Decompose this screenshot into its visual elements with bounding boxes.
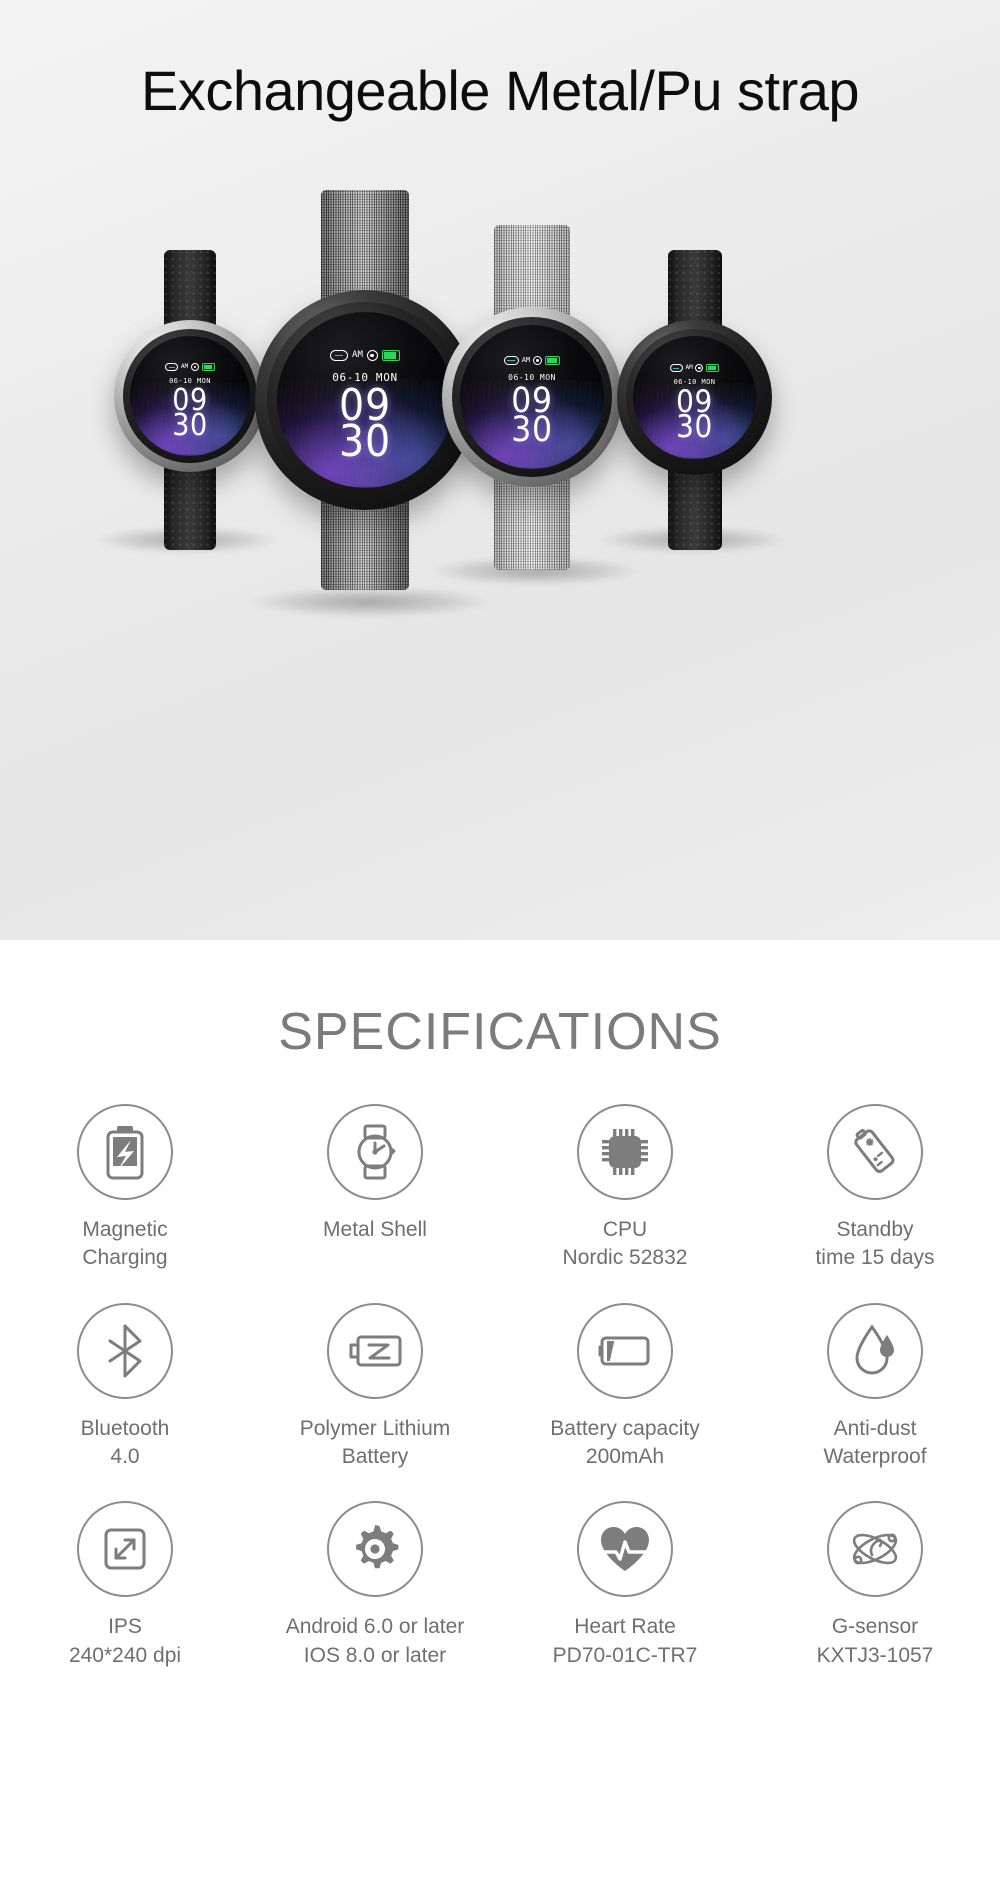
watch-lineup: AM 06-10 MON 09 30 AM 06-10 MON 09 30 AM… [0,190,1000,715]
link-icon [669,364,683,372]
battery-icon [381,350,400,361]
alarm-icon [695,364,704,372]
lithium-battery-icon [327,1302,423,1399]
spec-item-heart-rate[interactable]: Heart Rate PD70-01C-TR7 [500,1501,750,1670]
spec-item-standby-time[interactable]: Standby time 15 days [750,1104,1000,1273]
spec-label: G-sensor KXTJ3-1057 [816,1615,934,1667]
spec-item-waterproof[interactable]: Anti-dust Waterproof [750,1302,1000,1472]
spec-label: IPS 240*240 dpi [68,1615,182,1667]
spec-item-magnetic-charging[interactable]: Magnetic Charging [0,1104,250,1273]
battery-capacity-icon [577,1302,673,1399]
spec-label: Metal Shell [323,1218,427,1241]
spec-label: Anti-dust Waterproof [823,1416,927,1469]
watch-status-bar: AM [460,356,604,365]
spec-label: Battery capacity 200mAh [550,1416,700,1469]
watch-minutes: 30 [676,409,713,446]
battery-icon [706,364,720,372]
meridiem-label: AM [352,350,363,360]
spec-label: CPU Nordic 52832 [562,1218,688,1270]
spec-grid: Magnetic Charging Metal Shell CPU Nordic… [0,1104,1000,1670]
magnetic-charging-icon [77,1104,173,1200]
watch-status-bar: AM [130,363,250,371]
heart-rate-icon [577,1501,673,1598]
spec-item-g-sensor[interactable]: G-sensor KXTJ3-1057 [750,1501,1000,1670]
spec-item-cpu[interactable]: CPU Nordic 52832 [500,1104,750,1273]
watch-screen: AM 06-10 MON 09 30 [277,312,453,488]
spec-item-ips-display[interactable]: IPS 240*240 dpi [0,1501,250,1670]
spec-label: Android 6.0 or later IOS 8.0 or later [285,1615,465,1667]
bluetooth-icon [77,1302,173,1399]
watch-case: AM 06-10 MON 09 30 [114,320,266,472]
watch-minutes: 30 [338,416,392,468]
water-drop-icon [827,1302,923,1399]
alarm-icon [533,356,543,365]
meridiem-label: AM [181,363,189,370]
specifications-section: SPECIFICATIONS Magnetic Charging Metal S… [0,940,1000,1902]
spec-label: Magnetic Charging [82,1218,168,1270]
watch-case: AM 06-10 MON 09 30 [442,307,622,487]
battery-icon [545,356,561,365]
spec-label: Heart Rate PD70-01C-TR7 [552,1615,698,1667]
cpu-chip-icon [577,1104,673,1200]
watch-time: 09 30 [633,386,756,446]
spec-item-battery-capacity[interactable]: Battery capacity 200mAh [500,1302,750,1472]
metal-watch-icon [327,1104,423,1200]
alarm-icon [366,350,378,361]
watch-time: 09 30 [460,384,604,450]
link-icon [330,350,348,361]
watch-screen: AM 06-10 MON 09 30 [633,336,756,459]
spec-label: Polymer Lithium Battery [299,1416,451,1469]
watch-screen: AM 06-10 MON 09 30 [130,336,250,456]
meridiem-label: AM [521,356,531,364]
watch-time: 09 30 [277,383,453,468]
watch-status-bar: AM [633,364,756,372]
spec-label: Standby time 15 days [815,1218,935,1270]
watch-center-right[interactable]: AM 06-10 MON 09 30 [432,225,632,570]
spec-item-os-compatibility[interactable]: Android 6.0 or later IOS 8.0 or later [250,1501,500,1670]
gear-icon [327,1501,423,1598]
spec-label: Bluetooth 4.0 [80,1416,170,1469]
watch-screen: AM 06-10 MON 09 30 [460,325,604,469]
resize-screen-icon [77,1501,173,1598]
standby-battery-icon [827,1104,923,1200]
watch-status-bar: AM [277,350,453,361]
link-icon [165,363,179,371]
battery-icon [201,363,215,371]
watch-minutes: 30 [172,407,208,443]
watch-time: 09 30 [130,386,250,443]
alarm-icon [190,363,199,371]
page-title: Exchangeable Metal/Pu strap [140,59,860,122]
watch-case: AM 06-10 MON 09 30 [617,320,772,475]
watch-shadow [250,587,490,617]
spec-item-polymer-lithium-battery[interactable]: Polymer Lithium Battery [250,1302,500,1472]
meridiem-label: AM [685,364,693,371]
spec-item-bluetooth[interactable]: Bluetooth 4.0 [0,1302,250,1472]
watch-minutes: 30 [511,409,553,450]
g-sensor-atom-icon [827,1501,923,1598]
specs-title: SPECIFICATIONS [278,1003,722,1061]
hero-section: Exchangeable Metal/Pu strap AM 06-10 MON… [0,0,1000,940]
spec-item-metal-shell[interactable]: Metal Shell [250,1104,500,1273]
link-icon [503,356,519,365]
watch-right-small[interactable]: AM 06-10 MON 09 30 [612,250,777,550]
